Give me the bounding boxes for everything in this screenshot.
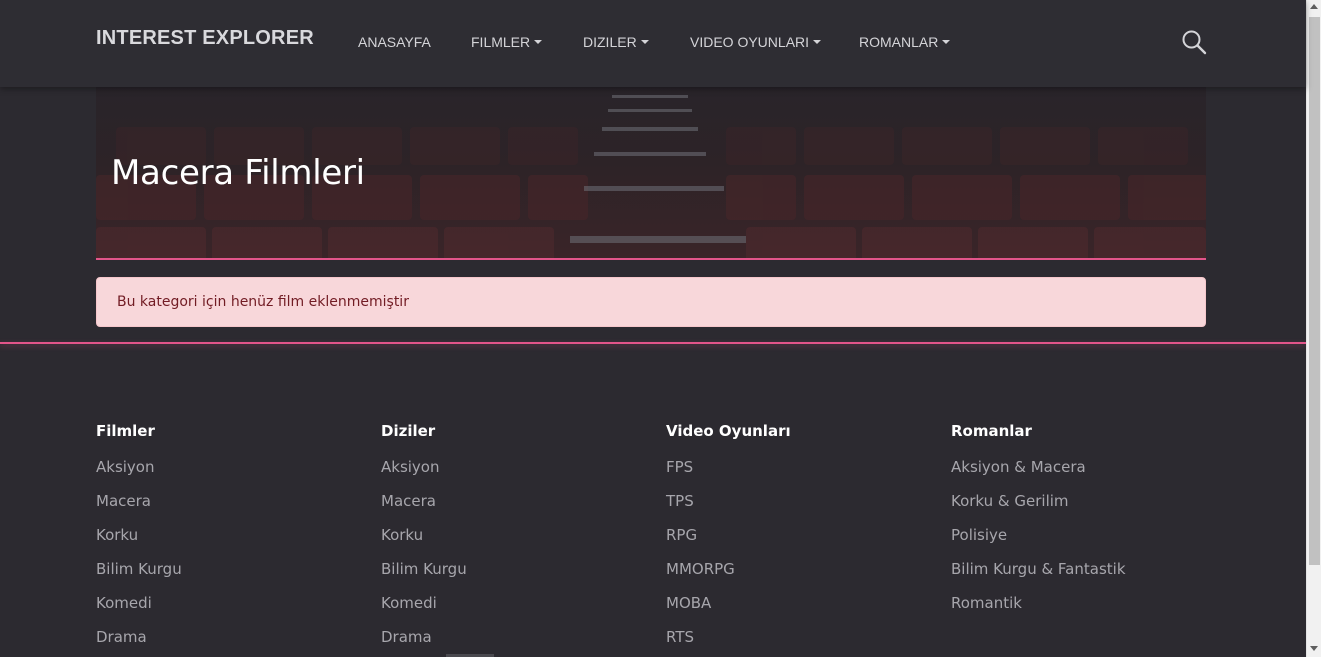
nav-item-label: FILMLER <box>471 34 531 50</box>
scrollbar-thumb[interactable] <box>1309 17 1320 565</box>
footer-link[interactable]: Aksiyon <box>381 458 641 492</box>
footer-link[interactable]: Bilim Kurgu & Fantastik <box>951 560 1211 594</box>
nav-item-label: VIDEO OYUNLARI <box>690 34 810 50</box>
footer-column-romanlar: Romanlar Aksiyon & Macera Korku & Gerili… <box>951 420 1211 628</box>
footer-column-filmler: Filmler Aksiyon Macera Korku Bilim Kurgu… <box>96 420 356 657</box>
footer-heading: Video Oyunları <box>666 422 791 440</box>
page-title: Macera Filmleri <box>111 153 365 193</box>
nav-item-anasayfa[interactable]: ANASAYFA <box>358 34 431 50</box>
footer-link[interactable]: Komedi <box>96 594 356 628</box>
footer-link[interactable]: FPS <box>666 458 926 492</box>
search-button[interactable] <box>1181 29 1207 55</box>
footer-link[interactable]: Komedi <box>381 594 641 628</box>
alert-message: Bu kategori için henüz film eklenmemişti… <box>117 294 409 310</box>
nav-item-label: ROMANLAR <box>859 34 939 50</box>
footer-link[interactable]: Korku & Gerilim <box>951 492 1211 526</box>
footer-heading: Diziler <box>381 422 436 440</box>
footer-link-list: Aksiyon & Macera Korku & Gerilim Polisiy… <box>951 458 1211 628</box>
footer-link-list: Aksiyon Macera Korku Bilim Kurgu Komedi … <box>381 458 641 657</box>
scroll-down-arrow-icon[interactable] <box>1310 646 1318 651</box>
footer-link[interactable]: TPS <box>666 492 926 526</box>
nav-item-filmler[interactable]: FILMLER <box>471 34 543 50</box>
footer-link[interactable]: Romantik <box>951 594 1211 628</box>
footer-link[interactable]: Korku <box>381 526 641 560</box>
caret-down-icon <box>942 40 951 44</box>
scroll-up-arrow-icon[interactable] <box>1310 4 1318 9</box>
footer-link[interactable]: Macera <box>96 492 356 526</box>
footer-link-list: FPS TPS RPG MMORPG MOBA RTS <box>666 458 926 657</box>
caret-down-icon <box>813 40 822 44</box>
empty-category-alert: Bu kategori için henüz film eklenmemişti… <box>96 277 1206 327</box>
footer-heading: Filmler <box>96 422 155 440</box>
footer-link[interactable]: RTS <box>666 628 926 657</box>
brand-logo[interactable]: INTEREST EXPLORER <box>96 27 314 50</box>
footer-link[interactable]: RPG <box>666 526 926 560</box>
footer-link[interactable]: Bilim Kurgu <box>381 560 641 594</box>
hero-banner: Macera Filmleri <box>96 87 1206 260</box>
nav-item-label: DIZILER <box>583 34 637 50</box>
nav-item-diziler[interactable]: DIZILER <box>583 34 649 50</box>
footer-link-list: Aksiyon Macera Korku Bilim Kurgu Komedi … <box>96 458 356 657</box>
footer-column-video-oyunlari: Video Oyunları FPS TPS RPG MMORPG MOBA R… <box>666 420 926 657</box>
footer-divider <box>0 342 1306 344</box>
search-icon <box>1182 30 1207 55</box>
footer-link[interactable]: Macera <box>381 492 641 526</box>
nav-item-video-oyunlari[interactable]: VIDEO OYUNLARI <box>690 34 822 50</box>
navbar: INTEREST EXPLORER ANASAYFA FILMLER DIZIL… <box>0 0 1306 87</box>
footer-link[interactable]: Drama <box>381 628 641 657</box>
caret-down-icon <box>534 40 543 44</box>
nav-item-label: ANASAYFA <box>358 34 431 50</box>
footer-link[interactable]: Aksiyon <box>96 458 356 492</box>
footer-link[interactable]: Korku <box>96 526 356 560</box>
vertical-scrollbar[interactable] <box>1306 0 1321 657</box>
footer-link[interactable]: Aksiyon & Macera <box>951 458 1211 492</box>
nav-item-romanlar[interactable]: ROMANLAR <box>859 34 951 50</box>
footer-link[interactable]: MMORPG <box>666 560 926 594</box>
footer-column-diziler: Diziler Aksiyon Macera Korku Bilim Kurgu… <box>381 420 641 657</box>
footer-link[interactable]: Drama <box>96 628 356 657</box>
footer-link[interactable]: Polisiye <box>951 526 1211 560</box>
footer-heading: Romanlar <box>951 422 1032 440</box>
footer-link[interactable]: MOBA <box>666 594 926 628</box>
caret-down-icon <box>640 40 649 44</box>
footer-link[interactable]: Bilim Kurgu <box>96 560 356 594</box>
